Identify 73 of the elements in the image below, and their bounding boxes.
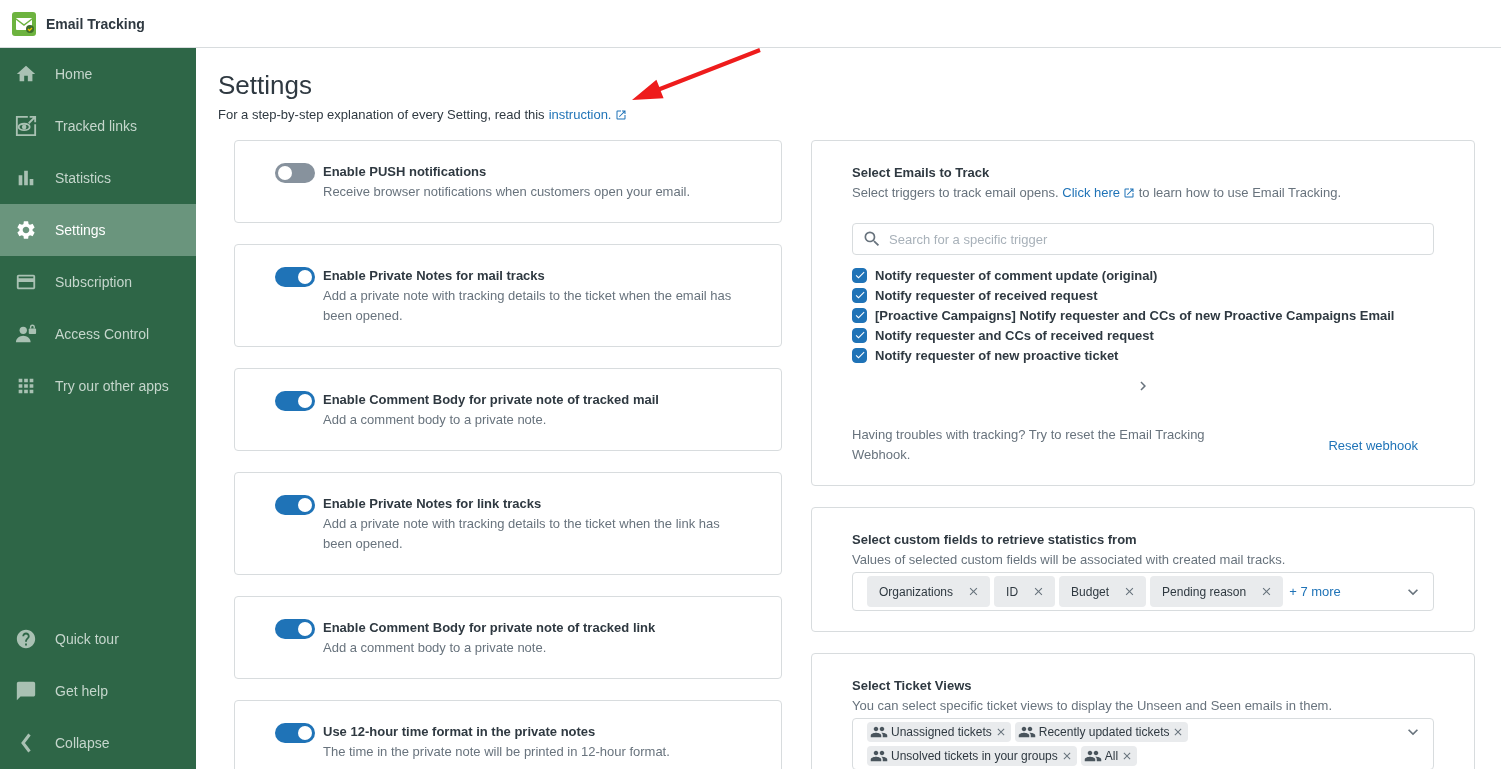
setting-description: Add a comment body to a private note.	[323, 639, 548, 657]
setting-description: Add a private note with tracking details to the ticket when the email has been opened.	[323, 287, 733, 325]
app-title: Email Tracking	[46, 15, 145, 32]
setting-title: Use 12-hour time format in the private notes	[323, 723, 597, 741]
external-link-icon	[614, 108, 627, 121]
toggle-switch[interactable]	[275, 267, 315, 287]
external-link-icon	[1123, 187, 1136, 199]
checkbox[interactable]	[852, 287, 867, 303]
section-title: Select Ticket Views	[852, 677, 973, 695]
sidebar-item[interactable]: Home	[0, 48, 196, 100]
trigger-label: Notify requester of received request	[875, 287, 1098, 303]
section-title: Select Emails to Track	[852, 164, 991, 182]
checkbox[interactable]	[852, 307, 867, 323]
toggle-switch[interactable]	[275, 391, 315, 411]
sidebar-item[interactable]: Collapse	[0, 717, 196, 769]
checkbox[interactable]	[852, 327, 867, 343]
section-title: Select custom fields to retrieve statistics from	[852, 531, 1138, 549]
eye-icon	[15, 114, 37, 138]
setting-description: Add a comment body to a private note.	[323, 411, 548, 429]
field-tag: Budget	[1059, 576, 1147, 607]
multi-select-field[interactable]: Unassigned tickets Recently updated tickets Unsolved tickets in your groups All	[852, 718, 1434, 769]
trigger-label: Notify requester of new proactive ticket	[875, 347, 1119, 363]
checkbox[interactable]	[852, 347, 867, 363]
view-tag: Recently updated tickets	[1014, 722, 1189, 742]
more-count[interactable]: + 7 more	[1289, 584, 1341, 599]
trigger-label: Notify requester and CCs of received request	[875, 327, 1154, 343]
section-description: to learn how to use Email Tracking.	[1137, 185, 1342, 200]
click-here-link[interactable]: Click here	[1062, 183, 1136, 203]
view-tag: Unsolved tickets in your groups	[867, 746, 1077, 766]
webhook-note: Having troubles with tracking? Try to reset the Email Tracking Webhook.	[852, 426, 1206, 464]
view-tag: Unassigned tickets	[867, 722, 1011, 742]
chat-icon	[15, 680, 37, 702]
setting-title: Enable Private Notes for mail tracks	[323, 267, 546, 285]
app-logo-icon	[12, 11, 36, 36]
sidebar-item[interactable]: Tracked links	[0, 100, 196, 152]
section-description: You can select specific ticket views to display the Unseen and Seen emails in them.	[852, 697, 1334, 715]
sidebar-item[interactable]: Statistics	[0, 152, 196, 204]
toggle-switch[interactable]	[275, 723, 315, 743]
sidebar-item[interactable]: Try our other apps	[0, 360, 196, 412]
section-description: Select triggers to track email opens.	[852, 185, 1060, 200]
section-description: Values of selected custom fields will be associated with created mail tracks.	[852, 551, 1287, 569]
sidebar-item[interactable]: Settings	[0, 204, 196, 256]
setting-description: Add a private note with tracking details to the ticket when the link has been opened.	[323, 515, 721, 553]
search-icon	[862, 229, 882, 249]
search-field[interactable]: Search for a specific trigger	[852, 223, 1434, 255]
toggle-switch[interactable]	[275, 619, 315, 639]
field-tag: Pending reason	[1150, 576, 1284, 607]
setting-title: Enable Comment Body for private note of tracked link	[323, 619, 656, 637]
toggle-switch[interactable]	[275, 163, 315, 183]
setting-description: The time in the private note will be printed in 12-hour format.	[323, 743, 670, 761]
settings-icon	[15, 218, 37, 242]
trigger-label: [Proactive Campaigns] Notify requester and CCs of new Proactive Campaigns Email	[875, 307, 1395, 323]
instruction-link[interactable]: instruction.	[548, 107, 627, 122]
field-tag: ID	[994, 576, 1056, 607]
toggle-switch[interactable]	[275, 495, 315, 515]
chevron-left-icon	[21, 733, 31, 753]
view-tag: All	[1080, 746, 1138, 766]
intro-text: For a step-by-step explanation of every Setting, read this	[218, 107, 545, 122]
sidebar-item[interactable]: Get help	[0, 665, 196, 717]
setting-description: Receive browser notifications when customers open your email.	[323, 183, 691, 201]
help-icon	[15, 627, 37, 651]
setting-title: Enable Private Notes for link tracks	[323, 495, 543, 513]
checkbox[interactable]	[852, 267, 867, 283]
reset-webhook-button[interactable]: Reset webhook	[1312, 433, 1434, 457]
sidebar-item[interactable]: Access Control	[0, 308, 196, 360]
trigger-label: Notify requester of comment update (original)	[875, 267, 1158, 283]
sidebar-item[interactable]: Subscription	[0, 256, 196, 308]
sidebar-item[interactable]: Quick tour	[0, 613, 196, 665]
setting-title: Enable PUSH notifications	[323, 163, 488, 181]
page-title: Settings	[218, 70, 312, 101]
multi-select-field[interactable]: Organizations ID Budget Pending reason + 7 more	[852, 572, 1434, 611]
setting-title: Enable Comment Body for private note of tracked mail	[323, 391, 659, 409]
field-tag: Organizations	[867, 576, 991, 607]
